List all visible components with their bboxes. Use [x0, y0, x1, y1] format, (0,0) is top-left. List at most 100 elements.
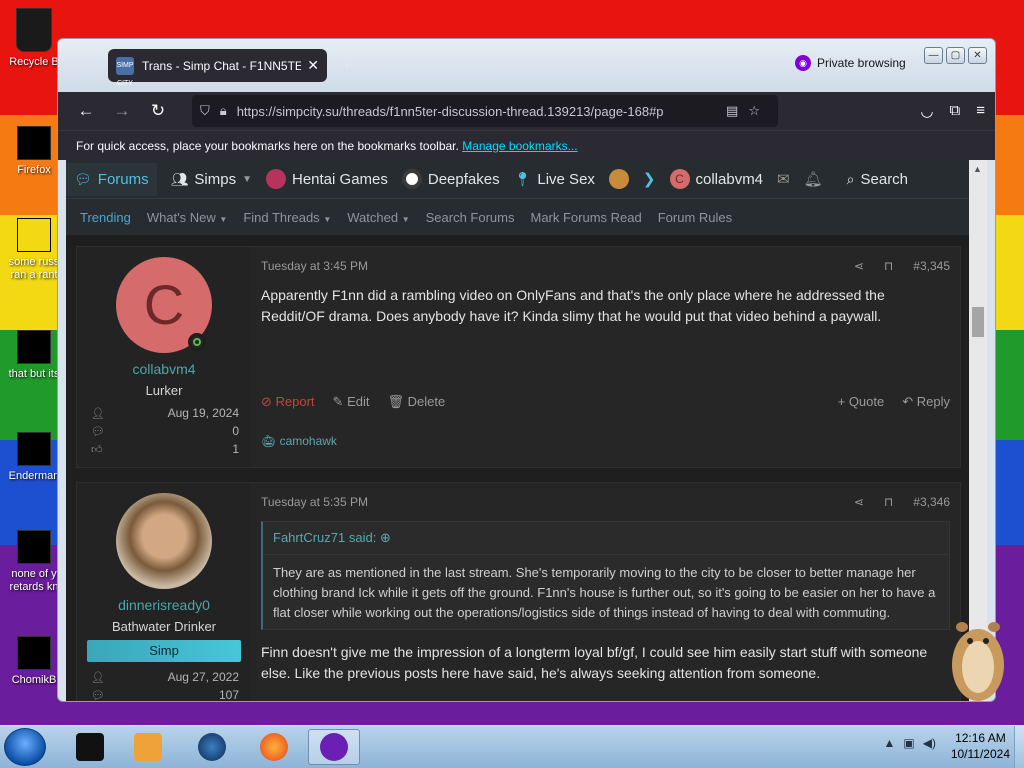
post-username[interactable]: collabvm4 — [77, 361, 251, 377]
scroll-up-icon[interactable]: ▲ — [973, 164, 982, 174]
clock-time: 12:16 AM — [955, 731, 1006, 745]
lock-icon[interactable]: 🔒︎ — [220, 103, 227, 119]
subnav-label: Find Threads — [243, 209, 320, 225]
post-actions: ⊘ Report ✎ Edit 🗑︎ Delete + Quote ↶ Repl… — [261, 394, 950, 410]
forward-icon[interactable]: → — [104, 101, 140, 121]
menu-icon[interactable]: ≡ — [976, 102, 985, 120]
report-button[interactable]: ⊘ Report — [261, 394, 315, 410]
extra-icon — [608, 169, 629, 189]
file-icon — [17, 330, 51, 364]
tray-arrow-icon[interactable]: ▲ — [884, 736, 896, 750]
desktop-icon-label: Firefox — [17, 164, 51, 176]
shield-icon[interactable]: ⛉ — [200, 103, 210, 119]
taskbar-app-globe[interactable] — [186, 729, 238, 765]
post-time[interactable]: Tuesday at 5:35 PM — [261, 495, 368, 509]
close-tab-icon[interactable]: ✕ — [307, 57, 319, 74]
clock[interactable]: 12:16 AM 10/11/2024 — [951, 730, 1010, 762]
bookmark-star-icon[interactable]: ☆ — [748, 103, 760, 119]
subnav-watched[interactable]: Watched ▼ — [347, 210, 409, 225]
text-file-icon — [17, 218, 51, 252]
nav-forums[interactable]: 💬︎ Forums — [66, 162, 157, 196]
subnav-search-forums[interactable]: Search Forums — [426, 210, 515, 225]
minimize-icon[interactable]: — — [924, 47, 943, 64]
hentai-games-icon — [266, 169, 286, 189]
url-bar[interactable]: ⛉ 🔒︎ https://simpcity.su/threads/f1nn5te… — [192, 95, 778, 127]
manage-bookmarks-link[interactable]: Manage bookmarks... — [462, 139, 577, 153]
private-mask-icon: ◉ — [795, 55, 811, 71]
firefox-icon — [17, 126, 51, 160]
nav-label: Hentai Games — [292, 170, 388, 188]
back-icon[interactable]: ← — [68, 101, 104, 121]
reacted-by[interactable]: camohawk — [280, 434, 337, 448]
browser-tab[interactable]: SIMP CITY Trans - Simp Chat - F1NN5TER ✕ — [108, 49, 327, 87]
subnav-whats-new[interactable]: What's New ▼ — [147, 210, 228, 225]
network-icon[interactable]: ▣ — [903, 736, 914, 750]
delete-button[interactable]: 🗑︎ Delete — [387, 394, 445, 410]
reply-button[interactable]: ↶ Reply — [902, 394, 950, 410]
show-desktop-button[interactable] — [1014, 726, 1024, 768]
search-icon: ⌕ — [846, 170, 855, 187]
reader-view-icon[interactable]: ▤ — [726, 103, 738, 119]
desktop-icon-label: some russ ran a rant — [8, 256, 60, 281]
taskbar-app-firefox[interactable] — [248, 729, 300, 765]
site-favicon-icon: SIMP CITY — [116, 56, 134, 87]
subnav-trending[interactable]: Trending — [80, 210, 131, 225]
search-label: Search — [860, 170, 909, 188]
reaction-bar[interactable]: 🎃︎ camohawk — [261, 434, 337, 448]
thumbs-up-icon: 👍︎ — [91, 443, 103, 456]
nav-simps[interactable]: 👥︎ Simps ▼ — [171, 171, 252, 188]
close-window-icon[interactable]: ✕ — [968, 47, 987, 64]
chevron-down-icon: ▼ — [323, 214, 332, 224]
search-button[interactable]: ⌕ Search — [847, 171, 908, 188]
avatar[interactable]: C — [116, 257, 212, 353]
post-header: Tuesday at 5:35 PM ⋖ ⊓ #3,346 — [261, 483, 950, 521]
pocket-icon[interactable]: ◡ — [920, 102, 933, 120]
volume-icon[interactable]: ◀) — [923, 736, 936, 750]
avatar-letter: C — [143, 273, 185, 336]
private-browsing-indicator: ◉ Private browsing — [795, 55, 906, 71]
media-player-icon — [134, 733, 162, 761]
post-number[interactable]: #3,346 — [913, 495, 950, 509]
taskbar-app-private-firefox[interactable] — [308, 729, 360, 765]
taskbar-app-terminal[interactable] — [64, 729, 116, 765]
nav-hentai-games[interactable]: Hentai Games — [266, 169, 388, 189]
nav-toolbar: ← → ↻ ⛉ 🔒︎ https://simpcity.su/threads/f… — [58, 92, 995, 130]
maximize-icon[interactable]: ▢ — [946, 47, 965, 64]
edit-button[interactable]: ✎ Edit — [333, 394, 370, 410]
post-header: Tuesday at 3:45 PM ⋖ ⊓ #3,345 — [261, 247, 950, 285]
stat-value: 0 — [232, 424, 239, 438]
user-badge: Simp — [87, 640, 241, 662]
quote-button[interactable]: + Quote — [838, 394, 885, 410]
post-user-info: dinnerisready0 Bathwater Drinker Simp 👤︎… — [77, 483, 251, 701]
post-time[interactable]: Tuesday at 3:45 PM — [261, 259, 368, 273]
chevron-right-icon[interactable]: ❯ — [643, 170, 656, 188]
subnav-forum-rules[interactable]: Forum Rules — [658, 210, 732, 225]
inbox-icon[interactable]: ✉ — [777, 170, 790, 188]
bell-icon[interactable]: 🔔︎ — [804, 170, 823, 188]
bookmark-icon[interactable]: ⊓ — [884, 495, 893, 509]
nav-deepfakes[interactable]: Deepfakes — [401, 169, 500, 189]
quote-block: FahrtCruz71 said: ⊕ They are as mentione… — [261, 521, 950, 630]
reload-icon[interactable]: ↻ — [140, 101, 176, 121]
scroll-thumb[interactable] — [972, 307, 984, 337]
subnav-mark-read[interactable]: Mark Forums Read — [530, 210, 641, 225]
avatar[interactable] — [116, 493, 212, 589]
bookmark-icon[interactable]: ⊓ — [884, 259, 893, 273]
start-button[interactable] — [4, 728, 46, 766]
nav-live-sex[interactable]: 📍︎ Live Sex — [514, 171, 595, 188]
post-number[interactable]: #3,345 — [913, 259, 950, 273]
new-tab-icon[interactable]: + — [341, 55, 353, 78]
nav-user[interactable]: Ccollabvm4 — [669, 169, 763, 189]
post-username[interactable]: dinnerisready0 — [77, 597, 251, 613]
nav-extra[interactable] — [608, 169, 629, 189]
share-icon[interactable]: ⋖ — [854, 495, 864, 509]
forum-nav: 💬︎ Forums 👥︎ Simps ▼ Hentai Games Deepfakes… — [66, 160, 971, 198]
taskbar-app-media[interactable] — [122, 729, 174, 765]
quote-header[interactable]: FahrtCruz71 said: ⊕ — [263, 522, 949, 555]
stat-value: Aug 19, 2024 — [167, 406, 239, 420]
extensions-icon[interactable]: ⧉ — [950, 102, 961, 120]
url-text[interactable]: https://simpcity.su/threads/f1nn5ter-dis… — [237, 104, 716, 119]
comment-icon: 💬︎ — [91, 425, 105, 438]
subnav-find-threads[interactable]: Find Threads ▼ — [243, 210, 331, 225]
share-icon[interactable]: ⋖ — [854, 259, 864, 273]
